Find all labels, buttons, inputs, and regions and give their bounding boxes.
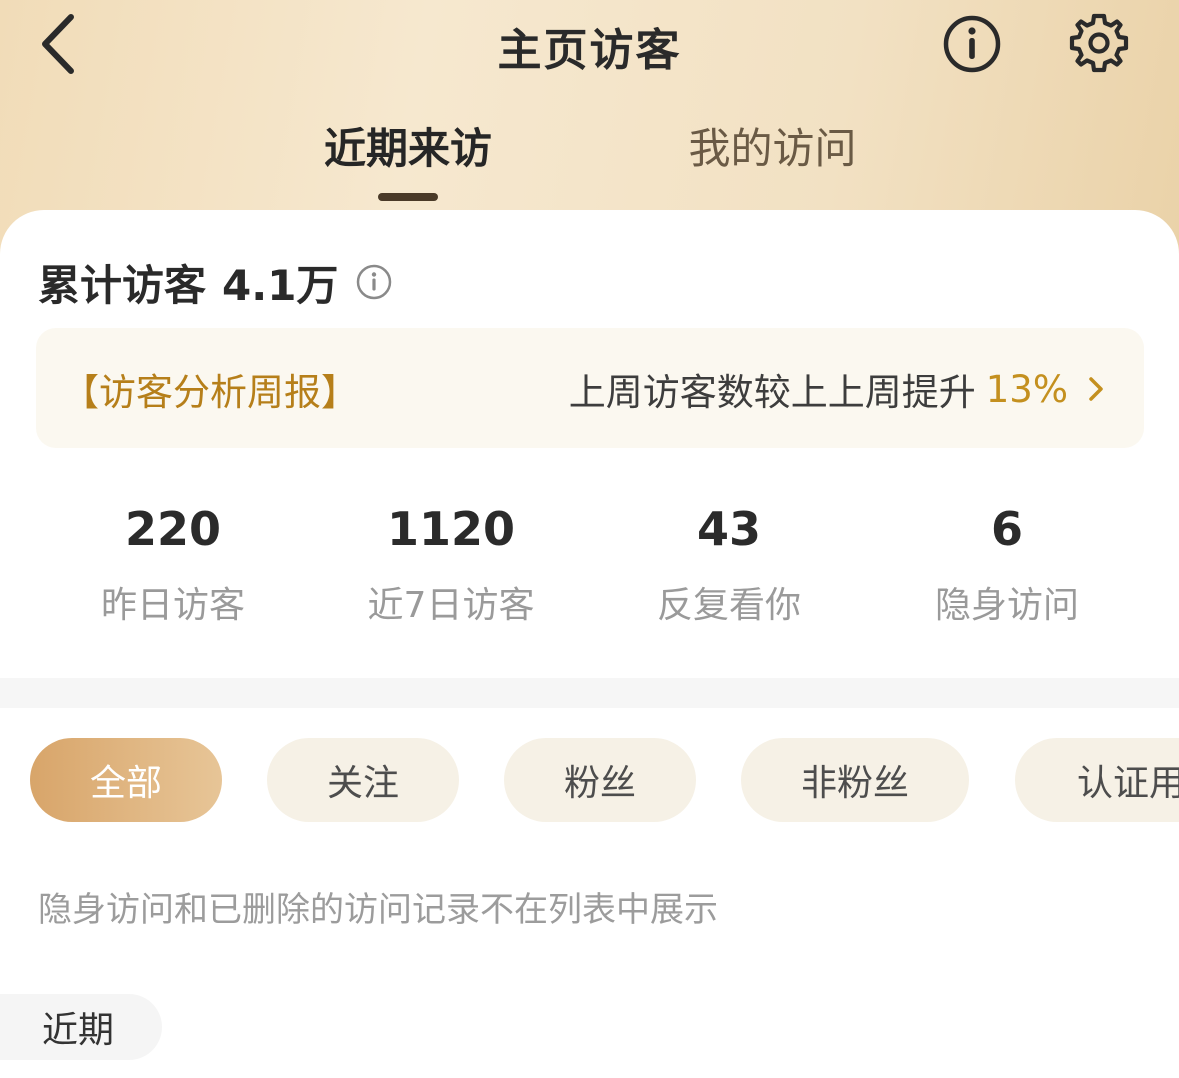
tab-my-visits[interactable]: 我的访问 xyxy=(660,115,885,205)
stat-value: 43 xyxy=(696,502,761,556)
total-visitors-value: 4.1万 xyxy=(222,260,339,310)
stat-last-7-days[interactable]: 1120 近7日访客 xyxy=(312,500,590,628)
chevron-right-icon xyxy=(1086,371,1110,407)
weekly-report-text: 上周访客数较上上周提升 xyxy=(568,371,976,414)
weekly-report-percent: 13% xyxy=(985,367,1068,411)
filter-chip-verified[interactable]: 认证用 xyxy=(1015,738,1179,822)
stat-label: 近7日访客 xyxy=(367,585,535,626)
privacy-notice: 隐身访问和已删除的访问记录不在列表中展示 xyxy=(38,890,718,930)
stat-yesterday[interactable]: 220 昨日访客 xyxy=(34,500,312,628)
section-divider xyxy=(0,678,1179,708)
visitor-card: 累计访客 4.1万 【访客分析周报】 上周访客数较上上周提升 13% 220 昨… xyxy=(0,210,1179,1078)
weekly-report-summary: 上周访客数较上上周提升 13% xyxy=(569,362,1110,416)
stat-stealth-visits[interactable]: 6 隐身访问 xyxy=(868,500,1146,628)
stat-value: 220 xyxy=(124,502,222,556)
info-button[interactable] xyxy=(940,14,1004,78)
stat-value: 6 xyxy=(990,502,1023,556)
filter-chip-fans[interactable]: 粉丝 xyxy=(504,738,696,822)
navigation-bar: 主页访客 xyxy=(0,0,1179,90)
total-visitors-label: 累计访客 xyxy=(38,260,207,310)
info-icon[interactable] xyxy=(354,262,394,302)
stat-value: 1120 xyxy=(386,502,516,556)
total-visitors-row: 累计访客 4.1万 xyxy=(38,252,394,312)
gear-icon xyxy=(1068,12,1130,78)
visitor-stats: 220 昨日访客 1120 近7日访客 43 反复看你 6 隐身访问 xyxy=(0,500,1179,630)
filter-chip-all[interactable]: 全部 xyxy=(30,738,222,822)
filter-chips: 全部 关注 粉丝 非粉丝 认证用 xyxy=(0,738,1179,824)
weekly-report-label: 【访客分析周报】 xyxy=(62,371,358,414)
weekly-report-banner[interactable]: 【访客分析周报】 上周访客数较上上周提升 13% xyxy=(36,328,1144,448)
info-icon xyxy=(942,14,1002,78)
tab-recent-visits[interactable]: 近期来访 xyxy=(298,115,518,205)
stat-label: 昨日访客 xyxy=(100,585,245,626)
stat-repeat-visitors[interactable]: 43 反复看你 xyxy=(590,500,868,628)
settings-button[interactable] xyxy=(1066,12,1132,78)
filter-chip-following[interactable]: 关注 xyxy=(267,738,459,822)
stat-label: 反复看你 xyxy=(656,585,801,626)
tab-bar: 近期来访 我的访问 xyxy=(0,115,1179,210)
active-tab-indicator xyxy=(378,193,438,201)
filter-chip-non-fans[interactable]: 非粉丝 xyxy=(741,738,969,822)
section-tag-recent: 近期 xyxy=(0,994,162,1060)
stat-label: 隐身访问 xyxy=(934,585,1079,626)
